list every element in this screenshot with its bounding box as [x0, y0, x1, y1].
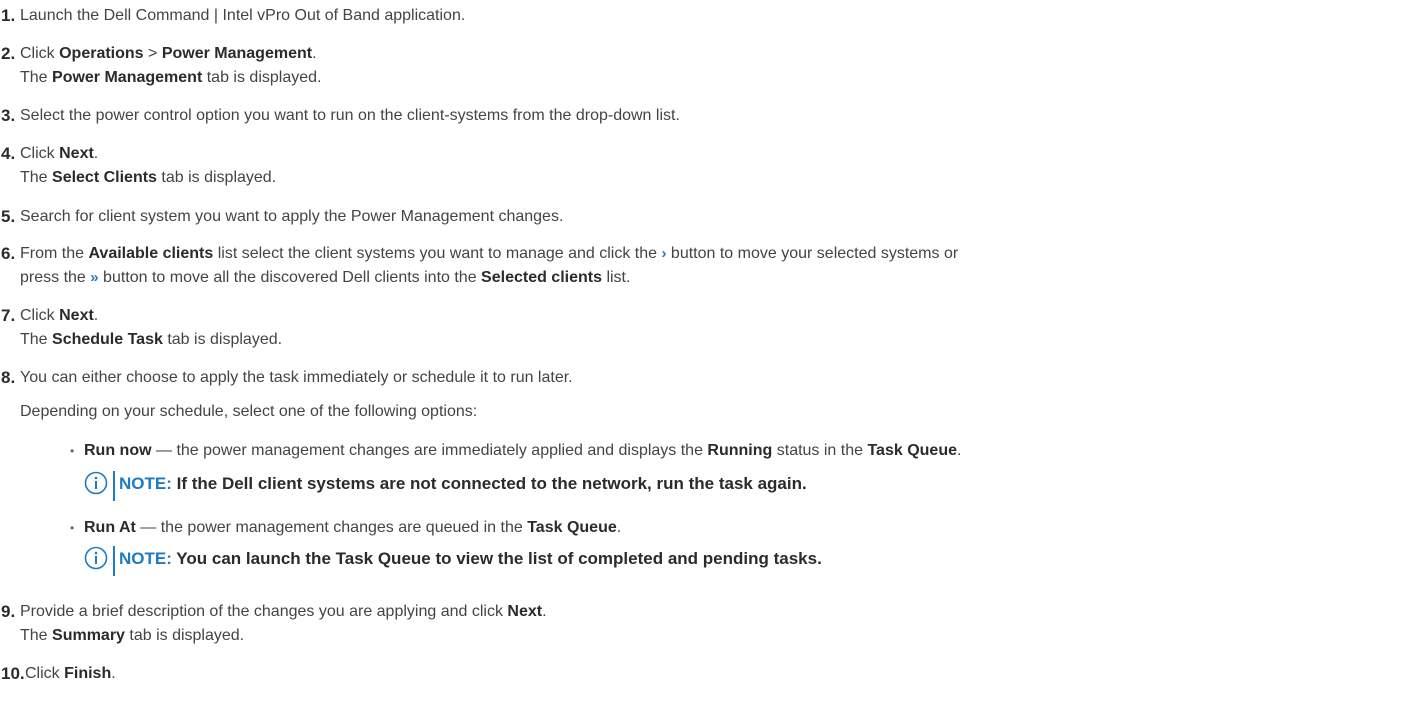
step-text: Provide a brief description of the chang… — [20, 603, 508, 620]
ui-term-summary: Summary — [52, 627, 125, 644]
step-number: 5. — [1, 207, 16, 226]
punctuation: . — [312, 45, 317, 62]
option-text: status in the — [772, 442, 868, 459]
ui-term-next: Next — [59, 307, 94, 324]
move-all-icon: » — [90, 269, 99, 286]
step-text: list. — [602, 269, 631, 286]
step-text: list select the client systems you want … — [213, 245, 662, 262]
step-text: Click — [25, 665, 65, 682]
step-number: 2. — [1, 44, 16, 63]
ui-term-power-management-tab: Power Management — [52, 69, 203, 86]
step-text: The — [20, 169, 53, 186]
ui-term-select-clients: Select Clients — [52, 169, 157, 186]
step-text: The — [20, 331, 53, 348]
info-icon — [84, 471, 108, 495]
ui-term-power-management: Power Management — [161, 45, 313, 62]
instruction-document: 1. Launch the Dell Command | Intel vPro … — [0, 0, 1413, 713]
step-text: Search for client system you want to app… — [20, 208, 564, 225]
punctuation: . — [616, 519, 622, 536]
ui-term-available-clients: Available clients — [88, 245, 214, 262]
step-text: tab is displayed. — [202, 69, 322, 86]
note-label: NOTE: — [119, 549, 172, 568]
step-text: Select the power control option you want… — [20, 107, 680, 124]
step-text: Click — [20, 45, 60, 62]
bullet: • — [70, 444, 75, 458]
note-text: You can launch the Task Queue to view th… — [171, 549, 822, 568]
note-divider — [113, 471, 115, 501]
ui-term-next: Next — [59, 145, 94, 162]
ui-term-task-queue: Task Queue — [527, 519, 617, 536]
step-text: tab is displayed. — [162, 331, 283, 348]
ui-term-running: Running — [707, 442, 773, 459]
punctuation: . — [111, 665, 116, 682]
step-number: 10. — [1, 664, 25, 683]
step-text: press the — [20, 269, 91, 286]
step-text: The — [20, 627, 53, 644]
step-text: tab is displayed. — [124, 627, 245, 644]
step-number: 1. — [1, 6, 16, 25]
ui-term-next: Next — [507, 603, 543, 620]
option-text: — the power management changes are queue… — [135, 519, 528, 536]
option-name: Run now — [84, 442, 152, 459]
ui-term-task-queue: Task Queue — [867, 442, 957, 459]
step-number: 8. — [1, 368, 16, 387]
step-text: button to move all the discovered Dell c… — [98, 269, 482, 286]
step-number: 6. — [1, 244, 16, 263]
punctuation: . — [542, 603, 547, 620]
ui-term-schedule-task: Schedule Task — [52, 331, 163, 348]
step-text: You can either choose to apply the task … — [20, 369, 573, 386]
step-text: Click — [20, 145, 60, 162]
step-8-subtext: Depending on your schedule, select one o… — [20, 403, 478, 420]
info-icon — [84, 546, 108, 570]
step-text: The — [20, 69, 53, 86]
step-text: Click — [20, 307, 60, 324]
punctuation: . — [93, 145, 99, 162]
option-text: — the power management changes are immed… — [151, 442, 708, 459]
step-number: 9. — [1, 602, 16, 621]
option-name: Run At — [84, 519, 136, 536]
separator: > — [143, 45, 162, 62]
punctuation: . — [93, 307, 99, 324]
step-text: Launch the Dell Command | Intel vPro Out… — [20, 7, 466, 24]
ui-term-selected-clients: Selected clients — [481, 269, 602, 286]
ui-term-finish: Finish — [64, 665, 112, 682]
note-label: NOTE: — [119, 474, 172, 493]
bullet: • — [70, 521, 75, 535]
note-text: If the Dell client systems are not conne… — [171, 474, 807, 493]
step-number: 7. — [1, 306, 16, 325]
ui-term-operations: Operations — [59, 45, 144, 62]
note-divider — [113, 546, 115, 576]
step-number: 3. — [1, 106, 16, 125]
punctuation: . — [956, 442, 962, 459]
step-text: From the — [20, 245, 89, 262]
step-text: tab is displayed. — [156, 169, 277, 186]
step-text: button to move your selected systems or — [666, 245, 959, 262]
step-number: 4. — [1, 144, 16, 163]
